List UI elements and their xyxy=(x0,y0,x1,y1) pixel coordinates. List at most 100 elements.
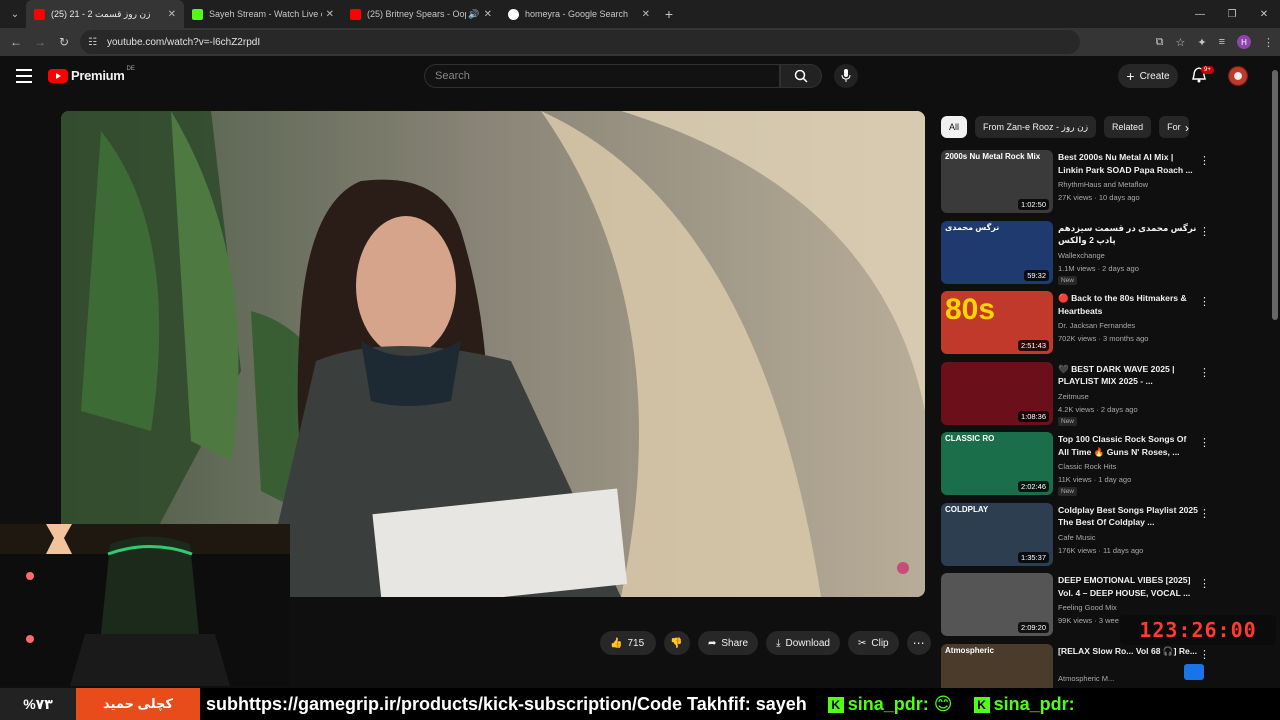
browser-menu-icon[interactable]: ⋮ xyxy=(1263,36,1274,49)
more-actions-icon[interactable]: ⋯ xyxy=(906,631,931,655)
install-app-icon[interactable]: ⧉ xyxy=(1156,36,1164,49)
thumbs-up-icon: 👍 xyxy=(610,637,623,649)
search-icon xyxy=(794,69,808,83)
voice-search-button[interactable] xyxy=(834,64,858,88)
video-thumbnail[interactable]: نرگس محمدی 59:32 xyxy=(941,220,1053,284)
video-thumbnail[interactable]: 1:08:36 xyxy=(941,361,1053,425)
recommended-video[interactable]: CLASSIC RO 2:02:46 Top 100 Classic Rock So… xyxy=(941,432,1231,496)
search-button[interactable] xyxy=(780,64,822,88)
video-thumbnail[interactable]: 80s 2:51:43 xyxy=(941,291,1053,354)
profile-avatar[interactable]: H xyxy=(1237,35,1251,49)
channel-name[interactable]: Classic Rock Hits xyxy=(1058,462,1116,471)
more-options-icon[interactable]: ⋮ xyxy=(1199,577,1210,590)
reading-list-icon[interactable]: ≡ xyxy=(1219,36,1225,48)
page-scrollbar[interactable] xyxy=(1272,70,1278,320)
channel-name[interactable]: RhythmHaus and Metaflow xyxy=(1058,180,1148,189)
like-button[interactable]: 👍 715 xyxy=(600,631,656,655)
new-badge: New xyxy=(1058,487,1078,496)
search-input[interactable]: Search xyxy=(424,64,780,88)
more-options-icon[interactable]: ⋮ xyxy=(1199,648,1210,661)
share-button[interactable]: ➦ Share xyxy=(698,631,759,655)
dislike-button[interactable]: 👎 xyxy=(664,631,690,655)
account-avatar[interactable] xyxy=(1228,66,1248,86)
speaker-icon[interactable]: 🔊 xyxy=(468,9,479,20)
site-info-icon[interactable]: ☷ xyxy=(88,37,97,48)
video-meta: 1.1M views · 2 days ago xyxy=(1058,263,1139,273)
video-title[interactable]: DEEP EMOTIONAL VIBES [2025] Vol. 4 – DEE… xyxy=(1058,574,1198,599)
kick-favicon-icon xyxy=(192,8,203,20)
browser-tab-2[interactable]: Sayeh Stream - Watch Live on K ✕ xyxy=(184,0,342,28)
more-options-icon[interactable]: ⋮ xyxy=(1199,436,1210,449)
clip-button[interactable]: ✂ Clip xyxy=(847,631,899,655)
video-title[interactable]: نرگس محمدی در قسمت سیزدهم پادپ 2 والکس xyxy=(1058,222,1198,247)
video-meta: 702K views · 3 months ago xyxy=(1058,334,1149,343)
maximize-icon[interactable]: ❐ xyxy=(1216,0,1248,28)
minimize-icon[interactable]: — xyxy=(1184,0,1216,28)
kick-logo-icon: K xyxy=(827,696,844,713)
url-text: youtube.com/watch?v=-l6chZ2rpdI xyxy=(106,36,261,48)
recommended-video[interactable]: COLDPLAY 1:35:37 Coldplay Best Songs Playl… xyxy=(941,502,1231,567)
chip-from-channel[interactable]: From Zan-e Rooz - زن روز xyxy=(975,116,1097,138)
video-meta: 176K views · 11 days ago xyxy=(1058,545,1144,555)
download-icon: ⤓ xyxy=(776,637,781,649)
recommended-video[interactable]: نرگس محمدی 59:32 نرگس محمدی در قسمت سیزدهم… xyxy=(941,220,1231,285)
reload-icon[interactable]: ↻ xyxy=(52,35,76,49)
channel-name[interactable]: Atmospheric M... xyxy=(1058,674,1114,683)
youtube-premium-logo[interactable]: Premium DE xyxy=(48,66,135,83)
close-tab-icon[interactable]: ✕ xyxy=(326,9,334,20)
logo-text: Premium xyxy=(71,68,125,83)
more-options-icon[interactable]: ⋮ xyxy=(1199,225,1210,238)
close-tab-icon[interactable]: ✕ xyxy=(642,9,650,20)
bookmark-star-icon[interactable]: ☆ xyxy=(1175,36,1185,49)
video-title[interactable]: Top 100 Classic Rock Songs Of All Time 🔥… xyxy=(1058,433,1198,458)
new-tab-plus-icon[interactable]: + xyxy=(658,6,680,22)
hamburger-menu-icon[interactable] xyxy=(16,69,32,83)
forward-arrow-icon[interactable]: → xyxy=(28,35,52,49)
chip-all[interactable]: All xyxy=(941,116,968,138)
recommended-video[interactable]: 80s 2:51:43 🔴 Back to the 80s Hitmakers & … xyxy=(941,291,1231,355)
browser-tab-1[interactable]: (25) زن روز قسمت 2 - 21 ✕ xyxy=(26,0,184,28)
video-thumbnail[interactable]: 2:09:20 xyxy=(941,573,1053,636)
video-thumbnail[interactable]: CLASSIC RO 2:02:46 xyxy=(941,432,1053,495)
close-window-icon[interactable]: ✕ xyxy=(1248,0,1280,28)
tab-list-chevron-icon[interactable]: ⌄ xyxy=(4,3,26,25)
video-title[interactable]: 🔴 Back to the 80s Hitmakers & Heartbeats xyxy=(1058,292,1198,317)
recommended-video[interactable]: 1:08:36 🖤 BEST DARK WAVE 2025 | PLAYLIST … xyxy=(941,361,1231,426)
back-arrow-icon[interactable]: ← xyxy=(4,35,28,49)
more-options-icon[interactable]: ⋮ xyxy=(1199,366,1210,379)
channel-name[interactable]: Wallexchange xyxy=(1058,251,1105,260)
browser-tab-4[interactable]: homeyra - Google Search ✕ xyxy=(500,0,658,28)
window-controls: — ❐ ✕ xyxy=(1184,0,1280,28)
chevron-right-icon[interactable]: › xyxy=(1185,121,1189,135)
video-thumbnail[interactable]: 2000s Nu Metal Rock Mix 1:02:50 xyxy=(941,150,1053,213)
channel-name[interactable]: Dr. Jacksan Fernandes xyxy=(1058,321,1135,330)
chip-related[interactable]: Related xyxy=(1104,116,1152,138)
channel-name[interactable]: Zeitmuse xyxy=(1058,392,1089,401)
recommended-video[interactable]: 2000s Nu Metal Rock Mix 1:02:50 Best 2000s… xyxy=(941,150,1231,214)
create-button[interactable]: + Create xyxy=(1118,64,1178,88)
clip-label: Clip xyxy=(871,637,889,649)
video-title[interactable]: Coldplay Best Songs Playlist 2025 The Be… xyxy=(1058,504,1198,529)
more-options-icon[interactable]: ⋮ xyxy=(1199,154,1210,167)
channel-name[interactable]: Cafe Music xyxy=(1058,533,1096,542)
tab-title: (25) زن روز قسمت 2 - 21 xyxy=(51,8,151,19)
video-title[interactable]: Best 2000s Nu Metal AI Mix | Linkin Park… xyxy=(1058,151,1198,176)
more-options-icon[interactable]: ⋮ xyxy=(1199,507,1210,520)
video-title[interactable]: [RELAX Slow Ro... Vol 68 🎧] Re... xyxy=(1058,645,1198,658)
video-meta: 99K views · 3 wee xyxy=(1058,616,1119,625)
video-thumbnail[interactable]: COLDPLAY 1:35:37 xyxy=(941,502,1053,566)
thumbnail-caption: 2000s Nu Metal Rock Mix xyxy=(945,152,1041,161)
close-tab-icon[interactable]: ✕ xyxy=(168,9,176,20)
download-button[interactable]: ⤓ Download xyxy=(766,631,840,655)
video-title[interactable]: 🖤 BEST DARK WAVE 2025 | PLAYLIST MIX 202… xyxy=(1058,363,1198,388)
browser-tab-3[interactable]: (25) Britney Spears - Oops!... 🔊 ✕ xyxy=(342,0,500,28)
thumbnail-caption: 80s xyxy=(945,293,996,326)
close-tab-icon[interactable]: ✕ xyxy=(484,9,492,20)
address-bar[interactable]: ☷ youtube.com/watch?v=-l6chZ2rpdI xyxy=(80,30,1080,54)
extensions-puzzle-icon[interactable]: ✦ xyxy=(1197,36,1206,49)
more-options-icon[interactable]: ⋮ xyxy=(1199,295,1210,308)
channel-name[interactable]: Feeling Good Mix xyxy=(1058,603,1117,612)
thumbnail-caption: CLASSIC RO xyxy=(945,434,995,443)
webcam-image xyxy=(0,524,290,686)
plus-icon: + xyxy=(1126,68,1135,84)
